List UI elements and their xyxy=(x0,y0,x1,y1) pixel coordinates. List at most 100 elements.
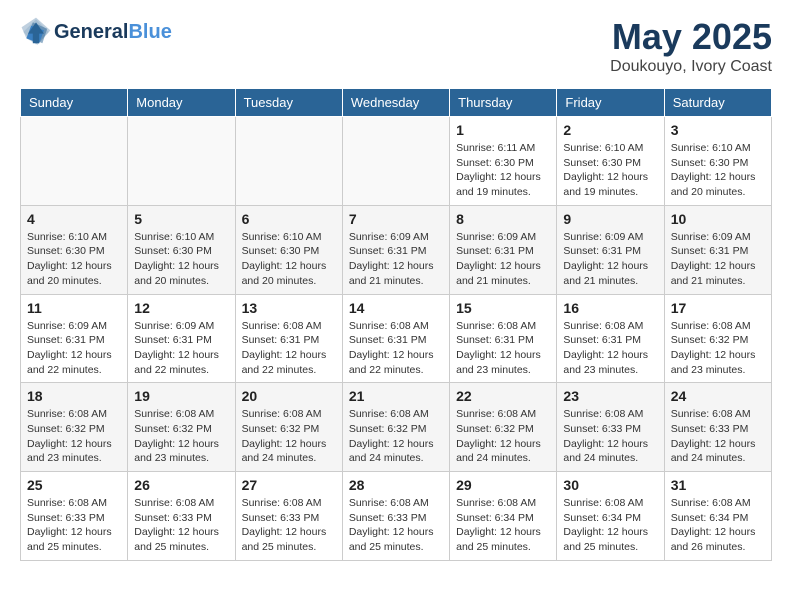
day-info: Sunrise: 6:08 AM Sunset: 6:33 PM Dayligh… xyxy=(563,407,657,466)
day-info: Sunrise: 6:10 AM Sunset: 6:30 PM Dayligh… xyxy=(134,230,228,289)
day-info: Sunrise: 6:10 AM Sunset: 6:30 PM Dayligh… xyxy=(671,141,765,200)
table-row xyxy=(128,117,235,206)
calendar-week-row: 18 Sunrise: 6:08 AM Sunset: 6:32 PM Dayli… xyxy=(21,383,772,472)
col-friday: Friday xyxy=(557,89,664,117)
table-row: 3Sunrise: 6:10 AM Sunset: 6:30 PM Daylig… xyxy=(664,117,771,206)
col-sunday: Sunday xyxy=(21,89,128,117)
day-info: Sunrise: 6:09 AM Sunset: 6:31 PM Dayligh… xyxy=(456,230,550,289)
day-info: Sunrise: 6:08 AM Sunset: 6:32 PM Dayligh… xyxy=(134,407,228,466)
day-info: Sunrise: 6:08 AM Sunset: 6:32 PM Dayligh… xyxy=(27,407,121,466)
table-row: 27 Sunrise: 6:08 AM Sunset: 6:33 PM Dayli… xyxy=(235,472,342,561)
table-row xyxy=(342,117,449,206)
day-info: Sunrise: 6:08 AM Sunset: 6:31 PM Dayligh… xyxy=(242,319,336,378)
day-number: 22 xyxy=(456,388,550,404)
day-info: Sunrise: 6:08 AM Sunset: 6:33 PM Dayligh… xyxy=(27,496,121,555)
day-number: 17 xyxy=(671,300,765,316)
table-row: 23 Sunrise: 6:08 AM Sunset: 6:33 PM Dayli… xyxy=(557,383,664,472)
table-row xyxy=(21,117,128,206)
day-number: 11 xyxy=(27,300,121,316)
table-row: 21 Sunrise: 6:08 AM Sunset: 6:32 PM Dayli… xyxy=(342,383,449,472)
day-number: 31 xyxy=(671,477,765,493)
day-info: Sunrise: 6:08 AM Sunset: 6:32 PM Dayligh… xyxy=(671,319,765,378)
day-number: 14 xyxy=(349,300,443,316)
day-number: 2 xyxy=(563,122,657,138)
day-info: Sunrise: 6:11 AM Sunset: 6:30 PM Dayligh… xyxy=(456,141,550,200)
day-info: Sunrise: 6:10 AM Sunset: 6:30 PM Dayligh… xyxy=(27,230,121,289)
table-row: 10Sunrise: 6:09 AM Sunset: 6:31 PM Dayli… xyxy=(664,205,771,294)
col-wednesday: Wednesday xyxy=(342,89,449,117)
day-number: 21 xyxy=(349,388,443,404)
table-row: 2 Sunrise: 6:10 AM Sunset: 6:30 PM Daylig… xyxy=(557,117,664,206)
day-info: Sunrise: 6:08 AM Sunset: 6:33 PM Dayligh… xyxy=(349,496,443,555)
logo-text: GeneralBlue xyxy=(54,21,172,43)
table-row: 28 Sunrise: 6:08 AM Sunset: 6:33 PM Dayli… xyxy=(342,472,449,561)
table-row: 6 Sunrise: 6:10 AM Sunset: 6:30 PM Daylig… xyxy=(235,205,342,294)
day-info: Sunrise: 6:09 AM Sunset: 6:31 PM Dayligh… xyxy=(563,230,657,289)
day-number: 12 xyxy=(134,300,228,316)
day-number: 27 xyxy=(242,477,336,493)
day-number: 26 xyxy=(134,477,228,493)
table-row: 1Sunrise: 6:11 AM Sunset: 6:30 PM Daylig… xyxy=(450,117,557,206)
day-number: 18 xyxy=(27,388,121,404)
day-number: 28 xyxy=(349,477,443,493)
table-row: 5Sunrise: 6:10 AM Sunset: 6:30 PM Daylig… xyxy=(128,205,235,294)
day-number: 6 xyxy=(242,211,336,227)
table-row: 30 Sunrise: 6:08 AM Sunset: 6:34 PM Dayli… xyxy=(557,472,664,561)
day-info: Sunrise: 6:09 AM Sunset: 6:31 PM Dayligh… xyxy=(27,319,121,378)
day-number: 16 xyxy=(563,300,657,316)
col-monday: Monday xyxy=(128,89,235,117)
day-info: Sunrise: 6:08 AM Sunset: 6:33 PM Dayligh… xyxy=(242,496,336,555)
day-number: 20 xyxy=(242,388,336,404)
table-row: 31Sunrise: 6:08 AM Sunset: 6:34 PM Dayli… xyxy=(664,472,771,561)
day-info: Sunrise: 6:10 AM Sunset: 6:30 PM Dayligh… xyxy=(563,141,657,200)
day-number: 15 xyxy=(456,300,550,316)
table-row: 7 Sunrise: 6:09 AM Sunset: 6:31 PM Daylig… xyxy=(342,205,449,294)
location-title: Doukouyo, Ivory Coast xyxy=(610,58,772,76)
table-row: 9Sunrise: 6:09 AM Sunset: 6:31 PM Daylig… xyxy=(557,205,664,294)
table-row: 22Sunrise: 6:08 AM Sunset: 6:32 PM Dayli… xyxy=(450,383,557,472)
calendar-week-row: 11 Sunrise: 6:09 AM Sunset: 6:31 PM Dayli… xyxy=(21,294,772,383)
table-row: 8 Sunrise: 6:09 AM Sunset: 6:31 PM Daylig… xyxy=(450,205,557,294)
day-number: 8 xyxy=(456,211,550,227)
day-info: Sunrise: 6:08 AM Sunset: 6:34 PM Dayligh… xyxy=(456,496,550,555)
day-info: Sunrise: 6:08 AM Sunset: 6:34 PM Dayligh… xyxy=(563,496,657,555)
calendar-week-row: 1Sunrise: 6:11 AM Sunset: 6:30 PM Daylig… xyxy=(21,117,772,206)
month-title: May 2025 xyxy=(610,16,772,58)
day-info: Sunrise: 6:08 AM Sunset: 6:31 PM Dayligh… xyxy=(349,319,443,378)
day-number: 30 xyxy=(563,477,657,493)
day-number: 4 xyxy=(27,211,121,227)
day-number: 10 xyxy=(671,211,765,227)
day-number: 24 xyxy=(671,388,765,404)
calendar-header-row: Sunday Monday Tuesday Wednesday Thursday… xyxy=(21,89,772,117)
day-info: Sunrise: 6:08 AM Sunset: 6:31 PM Dayligh… xyxy=(563,319,657,378)
table-row: 14 Sunrise: 6:08 AM Sunset: 6:31 PM Dayli… xyxy=(342,294,449,383)
col-saturday: Saturday xyxy=(664,89,771,117)
page: GeneralBlue May 2025 Doukouyo, Ivory Coa… xyxy=(0,0,792,577)
day-number: 19 xyxy=(134,388,228,404)
calendar-week-row: 4 Sunrise: 6:10 AM Sunset: 6:30 PM Daylig… xyxy=(21,205,772,294)
day-number: 25 xyxy=(27,477,121,493)
table-row: 18 Sunrise: 6:08 AM Sunset: 6:32 PM Dayli… xyxy=(21,383,128,472)
day-info: Sunrise: 6:10 AM Sunset: 6:30 PM Dayligh… xyxy=(242,230,336,289)
day-info: Sunrise: 6:08 AM Sunset: 6:33 PM Dayligh… xyxy=(671,407,765,466)
day-info: Sunrise: 6:08 AM Sunset: 6:32 PM Dayligh… xyxy=(349,407,443,466)
table-row: 29 Sunrise: 6:08 AM Sunset: 6:34 PM Dayli… xyxy=(450,472,557,561)
day-number: 7 xyxy=(349,211,443,227)
table-row xyxy=(235,117,342,206)
day-info: Sunrise: 6:08 AM Sunset: 6:32 PM Dayligh… xyxy=(242,407,336,466)
logo: GeneralBlue xyxy=(20,16,172,48)
day-info: Sunrise: 6:08 AM Sunset: 6:33 PM Dayligh… xyxy=(134,496,228,555)
day-number: 13 xyxy=(242,300,336,316)
table-row: 11 Sunrise: 6:09 AM Sunset: 6:31 PM Dayli… xyxy=(21,294,128,383)
day-number: 29 xyxy=(456,477,550,493)
table-row: 20 Sunrise: 6:08 AM Sunset: 6:32 PM Dayli… xyxy=(235,383,342,472)
table-row: 19 Sunrise: 6:08 AM Sunset: 6:32 PM Dayli… xyxy=(128,383,235,472)
table-row: 12Sunrise: 6:09 AM Sunset: 6:31 PM Dayli… xyxy=(128,294,235,383)
col-tuesday: Tuesday xyxy=(235,89,342,117)
calendar-table: Sunday Monday Tuesday Wednesday Thursday… xyxy=(20,88,772,561)
table-row: 16 Sunrise: 6:08 AM Sunset: 6:31 PM Dayli… xyxy=(557,294,664,383)
day-info: Sunrise: 6:09 AM Sunset: 6:31 PM Dayligh… xyxy=(349,230,443,289)
day-number: 23 xyxy=(563,388,657,404)
table-row: 4 Sunrise: 6:10 AM Sunset: 6:30 PM Daylig… xyxy=(21,205,128,294)
table-row: 26 Sunrise: 6:08 AM Sunset: 6:33 PM Dayli… xyxy=(128,472,235,561)
